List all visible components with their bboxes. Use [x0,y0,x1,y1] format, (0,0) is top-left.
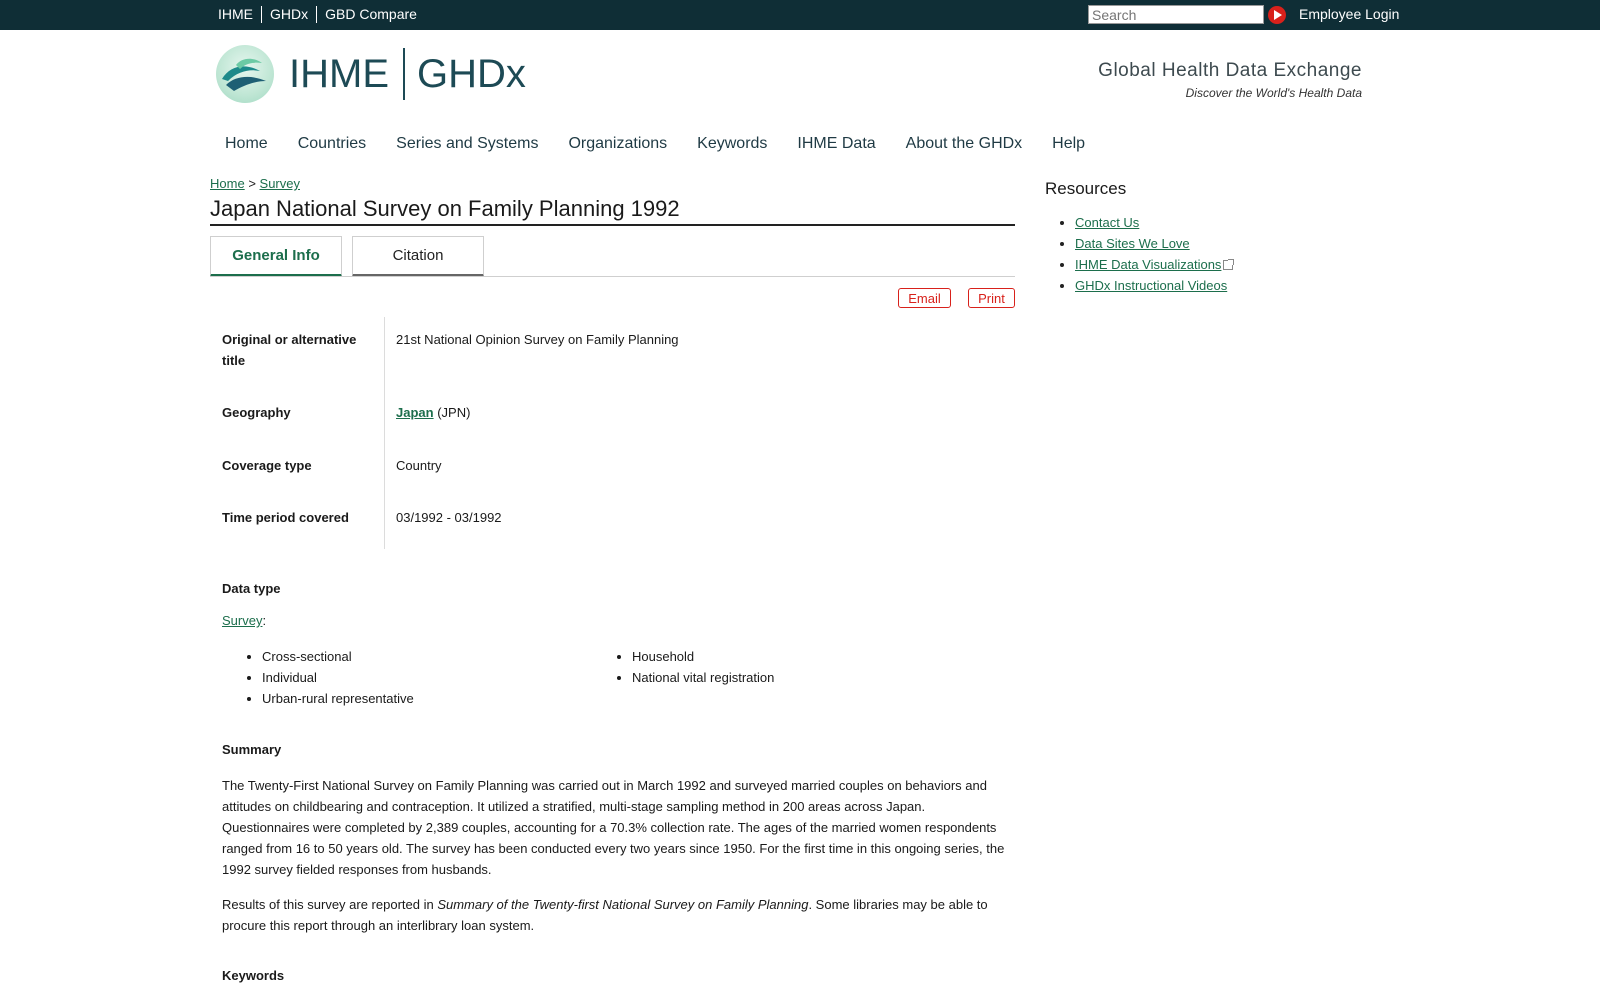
alt-title-label: Original or alternative title [222,332,357,368]
page-title: Japan National Survey on Family Planning… [210,196,680,221]
ihme-logo-icon[interactable] [216,45,274,103]
tab-general-info[interactable]: General Info [210,236,342,277]
main-navigation: Home Countries Series and Systems Organi… [225,135,1115,153]
geography-value: Japan (JPN) [396,402,470,423]
nav-home[interactable]: Home [225,135,268,153]
print-button[interactable]: Print [968,288,1015,308]
tabs-divider [210,276,1015,277]
resources-title: Resources [1045,179,1127,198]
external-link-icon [1223,259,1235,270]
list-item: Cross-sectional [262,646,414,667]
site-tagline-title: Global Health Data Exchange [1098,60,1362,81]
geography-japan-link[interactable]: Japan [396,405,434,420]
resource-ghdx-instructional-videos[interactable]: GHDx Instructional Videos [1075,278,1227,293]
summary-label: Summary [222,742,282,757]
site-tagline-subtitle: Discover the World's Health Data [1185,86,1362,100]
list-item: Household [632,646,774,667]
field-column-divider [384,317,385,549]
data-type-survey: Survey: [222,613,266,628]
logo-divider [403,48,405,100]
resource-item: Contact Us [1075,212,1233,233]
list-item: National vital registration [632,667,774,688]
tab-citation[interactable]: Citation [352,236,484,277]
data-type-list-1: Cross-sectional Individual Urban-rural r… [262,646,414,709]
nav-organizations[interactable]: Organizations [568,135,667,153]
resources-list: Contact Us Data Sites We Love IHME Data … [1075,212,1235,296]
resource-ihme-data-visualizations[interactable]: IHME Data Visualizations [1075,257,1221,272]
coverage-type-label: Coverage type [222,458,312,473]
top-link-ihme[interactable]: IHME [218,6,261,23]
data-type-colon: : [262,613,267,628]
breadcrumb-home-link[interactable]: Home [210,176,245,191]
list-item: Urban-rural representative [262,688,414,709]
data-type-list-2: Household National vital registration [632,646,774,688]
email-button[interactable]: Email [898,288,951,308]
alt-title-value: 21st National Opinion Survey on Family P… [396,332,679,347]
logo-ghdx-text[interactable]: GHDx [417,52,526,97]
summary-paragraph: The Twenty-First National Survey on Fami… [222,778,1005,877]
top-bar: IHME GHDx GBD Compare Employee Login [0,0,1600,30]
top-links: IHME GHDx GBD Compare [218,6,425,23]
time-period-label: Time period covered [222,510,349,525]
resource-item: GHDx Instructional Videos [1075,275,1233,296]
results-text-pre: Results of this survey are reported in [222,897,438,912]
nav-about-the-ghdx[interactable]: About the GHDx [906,135,1023,153]
search-input[interactable] [1088,5,1264,24]
nav-countries[interactable]: Countries [298,135,366,153]
nav-ihme-data[interactable]: IHME Data [797,135,875,153]
breadcrumb: Home > Survey [210,176,300,191]
resource-item: IHME Data Visualizations [1075,254,1235,275]
resource-item: Data Sites We Love [1075,233,1233,254]
title-divider [210,224,1015,226]
coverage-type-value: Country [396,458,442,473]
logo-ihme-text[interactable]: IHME [289,52,389,97]
employee-login-link[interactable]: Employee Login [1299,6,1399,22]
keywords-label: Keywords [222,968,285,983]
geography-code: (JPN) [437,405,471,420]
search-go-icon[interactable] [1268,6,1286,24]
top-link-ghdx[interactable]: GHDx [262,6,316,23]
results-paragraph: Results of this survey are reported in S… [222,894,1012,936]
geography-label: Geography [222,405,291,420]
breadcrumb-separator: > [248,176,256,191]
time-period-value: 03/1992 - 03/1992 [396,510,502,525]
nav-keywords[interactable]: Keywords [697,135,767,153]
resource-contact-us[interactable]: Contact Us [1075,215,1139,230]
resource-data-sites-we-love[interactable]: Data Sites We Love [1075,236,1190,251]
top-link-gbd-compare[interactable]: GBD Compare [317,6,425,23]
breadcrumb-survey-link[interactable]: Survey [260,176,300,191]
list-item: Individual [262,667,414,688]
nav-series-and-systems[interactable]: Series and Systems [396,135,538,153]
data-type-label: Data type [222,581,281,596]
data-type-survey-link[interactable]: Survey [222,613,262,628]
nav-help[interactable]: Help [1052,135,1085,153]
report-title: Summary of the Twenty-first National Sur… [437,897,809,912]
